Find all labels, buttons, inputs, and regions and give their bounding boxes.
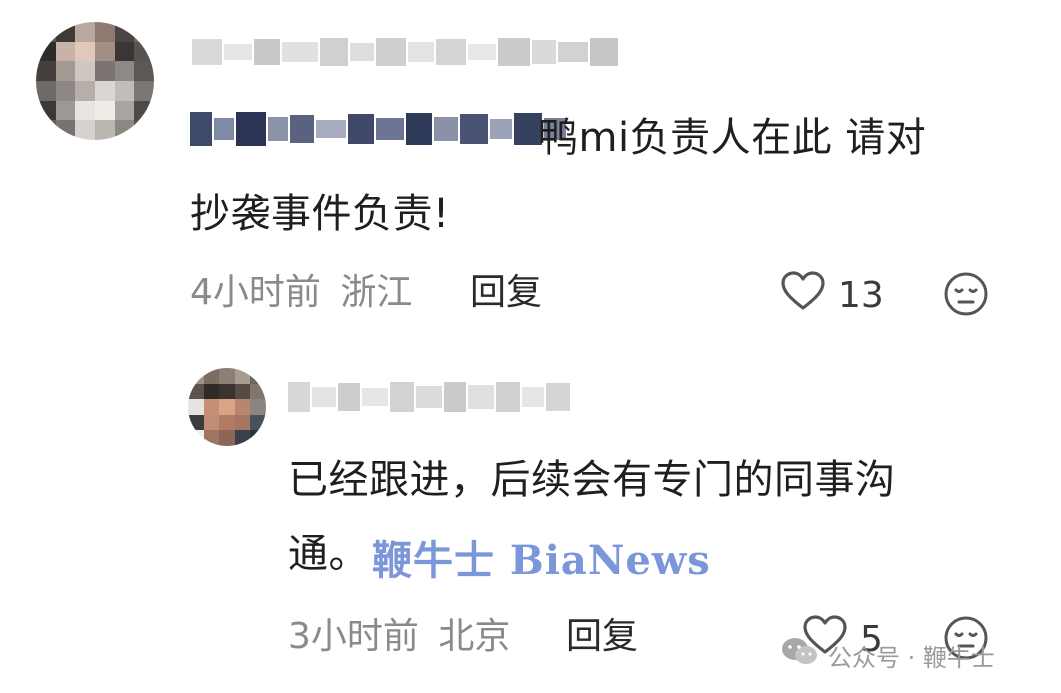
comment-like-button[interactable]: 13 xyxy=(780,270,884,321)
replier-avatar[interactable] xyxy=(188,368,266,446)
comment-meta: 4小时前 浙江 xyxy=(190,271,412,315)
reply-location: 北京 xyxy=(438,616,511,657)
comment-text-line1: 鸭mi负责人在此 请对 xyxy=(538,115,927,161)
wechat-watermark: 公众号 · 鞭牛士 xyxy=(780,636,995,674)
commenter-username-redacted[interactable] xyxy=(192,38,618,66)
expressionless-face-icon xyxy=(943,272,989,321)
comment-like-count: 13 xyxy=(838,275,884,316)
reply-time: 3小时前 xyxy=(288,616,419,657)
reply-text-line1: 已经跟进，后续会有专门的同事沟 xyxy=(288,457,896,503)
comment-location: 浙江 xyxy=(340,272,413,313)
comment-reaction-button[interactable] xyxy=(943,271,989,321)
reply-reply-button[interactable]: 回复 xyxy=(566,615,638,659)
comment-time: 4小时前 xyxy=(190,272,321,313)
reply-text-line2: 通。 xyxy=(288,531,369,577)
reply-target-redacted[interactable] xyxy=(190,112,566,146)
heart-outline-icon xyxy=(780,270,826,321)
comment-thread: █████████ ████████ 鸭mi负责人在此 请对 抄袭事件负责! 4… xyxy=(0,0,1061,693)
comment-text-line2: 抄袭事件负责! xyxy=(190,191,450,237)
commenter-avatar[interactable] xyxy=(36,22,154,140)
reply-meta: 3小时前 北京 xyxy=(288,615,510,659)
replier-username-redacted[interactable] xyxy=(288,382,570,412)
bianews-watermark: 鞭牛士 BiaNews xyxy=(372,537,711,584)
comment-reply-button[interactable]: 回复 xyxy=(470,271,542,315)
wechat-watermark-text: 公众号 · 鞭牛士 xyxy=(828,643,995,672)
wechat-logo-icon xyxy=(780,636,820,674)
